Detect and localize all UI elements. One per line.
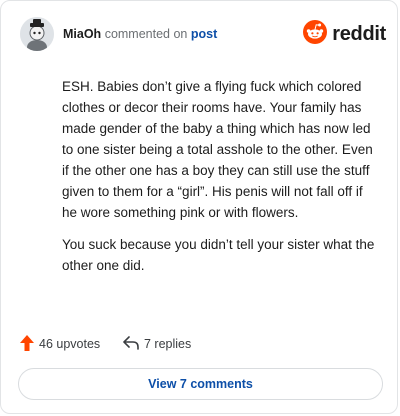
reddit-logo-icon	[303, 19, 328, 49]
comment-header: MiaOh commented on post reddit	[20, 17, 386, 51]
view-comments-button[interactable]: View 7 comments	[18, 368, 383, 400]
replies-stat[interactable]: 7 replies	[123, 334, 191, 354]
post-link[interactable]: post	[191, 27, 217, 41]
replies-count: 7 replies	[144, 337, 192, 351]
comment-paragraph: You suck because you didn’t tell your si…	[62, 237, 375, 273]
reddit-wordmark: reddit	[332, 22, 386, 45]
upvote-arrow-icon	[20, 334, 34, 354]
upvotes-count: 46 upvotes	[39, 337, 101, 351]
comment-paragraph: ESH. Babies don’t give a flying fuck whi…	[62, 79, 373, 220]
comment-meta: MiaOh commented on post	[63, 27, 217, 41]
upvotes-stat[interactable]: 46 upvotes	[20, 334, 100, 354]
comment-card: MiaOh commented on post reddit ESH. Babi…	[0, 0, 398, 414]
reply-arrow-icon	[123, 335, 139, 353]
comment-footer: 46 upvotes 7 replies	[20, 334, 380, 354]
avatar[interactable]	[20, 17, 54, 51]
comment-body: ESH. Babies don’t give a flying fuck whi…	[62, 76, 376, 287]
action-text: commented on	[104, 27, 188, 41]
reddit-brand[interactable]: reddit	[303, 19, 386, 49]
username[interactable]: MiaOh	[63, 27, 101, 41]
